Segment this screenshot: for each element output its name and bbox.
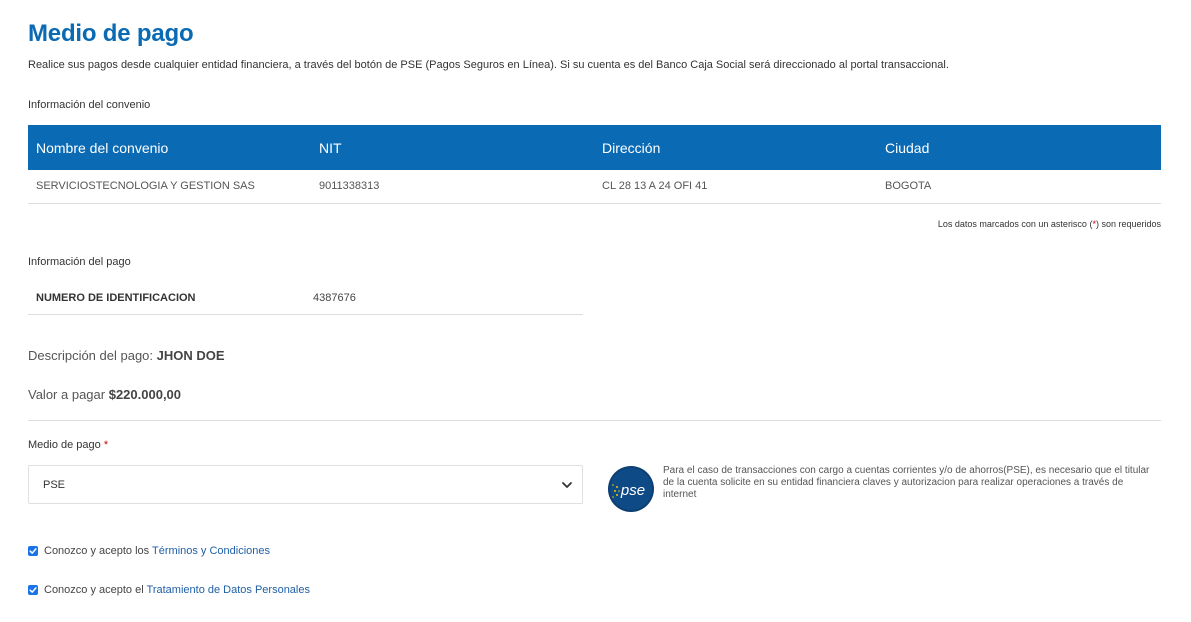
identificacion-row: NUMERO DE IDENTIFICACION 4387676 <box>28 283 583 315</box>
required-note-after: ) son requeridos <box>1095 219 1161 229</box>
medio-pago-asterisk: * <box>103 439 109 451</box>
header-ciudad: Ciudad <box>877 125 1161 170</box>
pago-section-label: Información del pago <box>28 256 131 268</box>
cell-nombre: SERVICIOSTECNOLOGIA Y GESTION SAS <box>28 170 311 204</box>
convenio-table: Nombre del convenio NIT Dirección Ciudad… <box>28 125 1161 204</box>
terminos-label: Conozco y acepto los Términos y Condicio… <box>44 545 270 557</box>
table-row: SERVICIOSTECNOLOGIA Y GESTION SAS 901133… <box>28 170 1161 204</box>
pse-logo-text: pse <box>620 482 645 499</box>
required-note: Los datos marcados con un asterisco (*) … <box>938 219 1161 229</box>
valor-pagar: Valor a pagar $220.000,00 <box>28 387 181 402</box>
valor-label: Valor a pagar <box>28 387 106 402</box>
medio-pago-selected: PSE <box>43 479 66 491</box>
medio-pago-select[interactable]: PSE <box>28 465 583 504</box>
convenio-section-label: Información del convenio <box>28 99 151 111</box>
divider <box>28 420 1161 421</box>
header-nombre: Nombre del convenio <box>28 125 311 170</box>
identificacion-value: 4387676 <box>313 292 356 304</box>
datos-link[interactable]: Tratamiento de Datos Personales <box>147 584 310 596</box>
medio-pago-label-text: Medio de pago <box>28 439 101 451</box>
convenio-header-row: Nombre del convenio NIT Dirección Ciudad <box>28 125 1161 170</box>
cell-ciudad: BOGOTA <box>877 170 1161 204</box>
descripcion-pago: Descripción del pago: JHON DOE <box>28 348 225 363</box>
cell-nit: 9011338313 <box>311 170 594 204</box>
medio-pago-label: Medio de pago * <box>28 439 108 451</box>
datos-checkbox[interactable] <box>28 585 38 595</box>
chevron-down-icon <box>562 482 572 488</box>
pse-info-text: Para el caso de transacciones con cargo … <box>663 465 1150 500</box>
descripcion-label: Descripción del pago: <box>28 348 154 363</box>
page-title: Medio de pago <box>28 20 194 47</box>
datos-prefix: Conozco y acepto el <box>44 584 144 596</box>
terminos-link[interactable]: Términos y Condiciones <box>152 545 270 557</box>
header-direccion: Dirección <box>594 125 877 170</box>
pse-logo-icon: pse <box>608 466 654 512</box>
cell-direccion: CL 28 13 A 24 OFI 41 <box>594 170 877 204</box>
descripcion-value: JHON DOE <box>156 348 225 363</box>
checkmark-icon <box>29 587 37 593</box>
page-subtitle: Realice sus pagos desde cualquier entida… <box>28 59 949 71</box>
checkmark-icon <box>29 548 37 554</box>
terminos-checkbox[interactable] <box>28 546 38 556</box>
datos-label: Conozco y acepto el Tratamiento de Datos… <box>44 584 310 596</box>
required-note-before: Los datos marcados con un asterisco ( <box>937 219 1093 229</box>
valor-value: $220.000,00 <box>108 387 182 402</box>
terminos-prefix: Conozco y acepto los <box>44 545 150 557</box>
header-nit: NIT <box>311 125 594 170</box>
identificacion-label: NUMERO DE IDENTIFICACION <box>36 292 196 304</box>
